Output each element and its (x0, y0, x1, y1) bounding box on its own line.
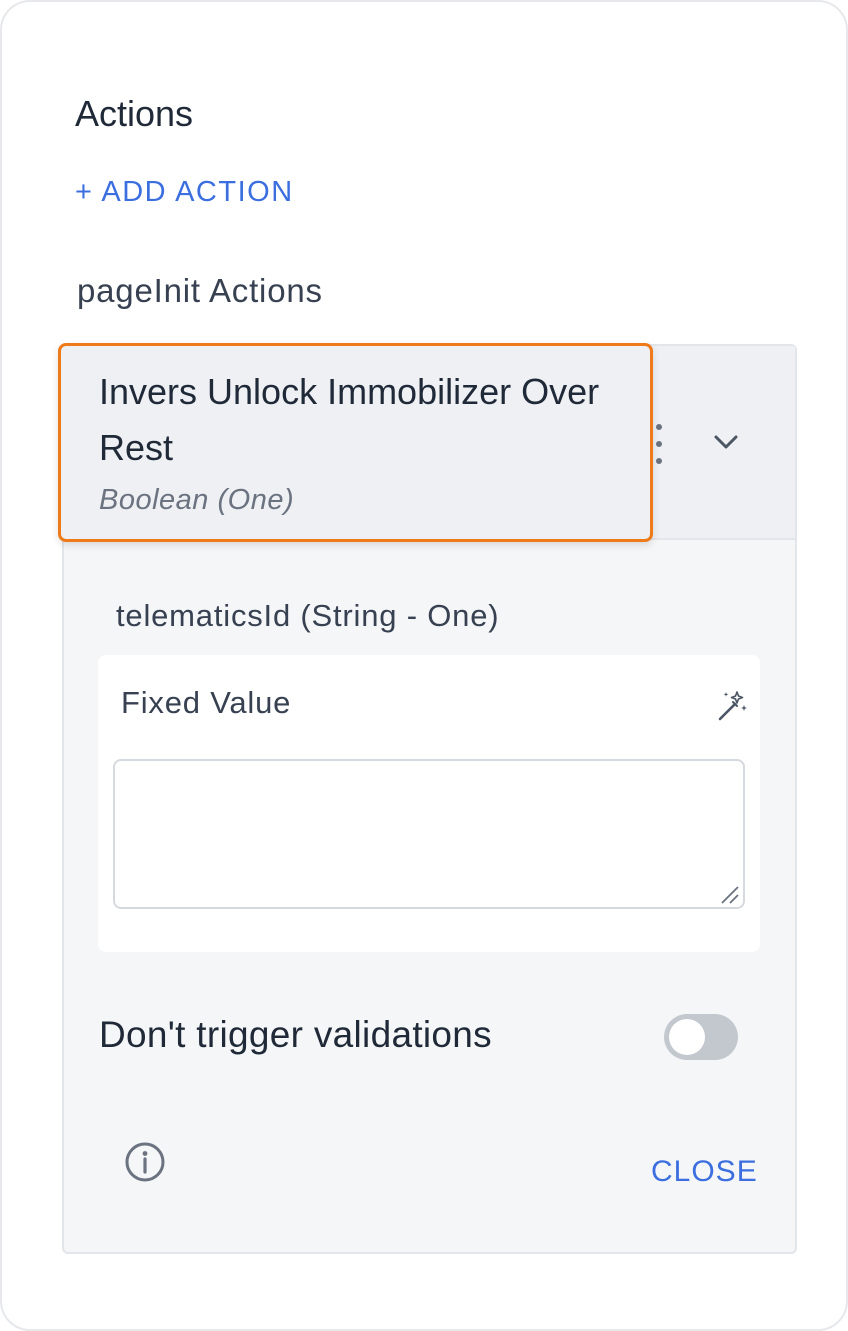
action-return-type: Boolean (One) (99, 484, 295, 516)
info-icon[interactable] (124, 1141, 166, 1183)
validations-toggle[interactable] (664, 1014, 738, 1060)
close-button[interactable]: CLOSE (651, 1155, 758, 1189)
action-group-title: pageInit Actions (77, 272, 323, 309)
resize-handle-icon[interactable] (718, 883, 740, 905)
add-action-button[interactable]: + ADD ACTION (75, 176, 294, 209)
action-name: Invers Unlock Immobilizer Over Rest (99, 371, 600, 468)
action-title-block[interactable]: Invers Unlock Immobilizer Over Rest Bool… (58, 343, 653, 542)
magic-wand-icon[interactable] (715, 689, 749, 723)
fixed-value-label: Fixed Value (121, 685, 292, 720)
parameter-label: telematicsId (String - One) (116, 598, 500, 633)
section-title: Actions (75, 93, 194, 134)
toggle-knob (669, 1019, 705, 1055)
validations-toggle-label: Don't trigger validations (99, 1014, 492, 1055)
chevron-down-icon[interactable] (710, 426, 742, 458)
more-options-icon[interactable] (654, 424, 664, 464)
fixed-value-textarea[interactable] (113, 759, 745, 909)
fixed-value-box: Fixed Value (98, 655, 760, 952)
